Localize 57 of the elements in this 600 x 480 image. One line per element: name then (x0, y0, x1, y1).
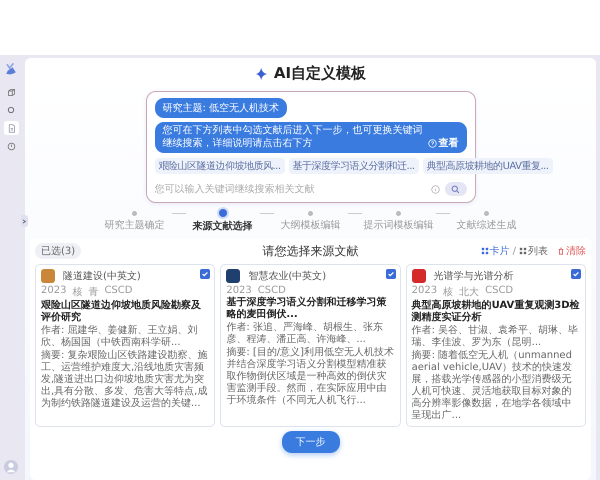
checkbox[interactable] (386, 269, 396, 279)
meta-tag: 2023 (412, 285, 438, 299)
meta-tag: 2023 (226, 285, 252, 296)
paper-title[interactable]: 艰险山区隧道边仰坡地质风险勘察及评价研究 (41, 300, 210, 324)
meta-tag: 北大 (459, 285, 480, 299)
meta-tag: 核 (443, 285, 454, 299)
checkbox[interactable] (200, 269, 210, 279)
journal-name: 光谱学与光谱分析 (434, 270, 514, 283)
help-link[interactable]: 查看 (438, 138, 458, 150)
paper-card[interactable]: 隧道建设(中英文) 2023 核 青 CSCD 艰险山区隧道边仰坡地质风险勘察及评价研究 作者: 屈建华、姜健新、王立娟、刘欣、杨国国（中铁西南科学研... 摘要: 复杂艰险山区铁路建设勘察、施工、运营维护难度大,沿线地质灾害频发,隧道进出口边仰坡地质灾害尤为突出,具有分散、多发、危害大等特点,成为制约铁路隧道建设及运营的关键... (35, 264, 216, 427)
abstract-text: 摘要: [目的/意义]利用低空无人机技术并结合深度学习语义分割模型精准获取作物倒伏区域是一种高效的倒伏灾害监测手段。然而，在实际应用中由于环境条件（不同无人机飞行... (226, 347, 395, 407)
chevron-right-icon (22, 218, 27, 224)
separator-slash: / (512, 246, 516, 256)
step-label[interactable]: 大纲模板编辑 (280, 218, 340, 232)
paper-title[interactable]: 基于深度学习语义分割和迁移学习策略的麦田倒伏... (226, 297, 395, 321)
suggestion-chip[interactable]: 基于深度学习语义分割和迁... (288, 158, 419, 174)
abstract-text: 摘要: 随着低空无人机（unmanned aerial vehicle,UAV）技术的快速发展，搭载光学传感器的小型消费级无人机可快速、灵活地获取目标对象的高分辨率影像数据，在地学各领域中呈现出广... (412, 350, 574, 422)
collapse-toggle[interactable] (21, 215, 28, 227)
step-label[interactable]: 提示词模板编辑 (364, 218, 434, 232)
authors-text: 作者: 屈建华、姜健新、王立娟、刘欣、杨国国（中铁西南科学研... (41, 325, 199, 349)
meta-tag: CSCD (485, 285, 514, 299)
view-toggle[interactable]: 列表 (519, 244, 548, 258)
step-label[interactable]: 文献综述生成 (456, 218, 516, 232)
suggestion-chip[interactable]: 典型高原坡耕地的UAV重复... (422, 158, 552, 174)
help-icon (428, 139, 436, 148)
meta-tag: CSCD (104, 285, 132, 299)
meta-tag: 2023 (41, 285, 66, 299)
step-label[interactable]: 来源文献选择 (192, 219, 252, 233)
trash-icon (557, 247, 565, 255)
grid-icon (480, 247, 489, 255)
checkbox[interactable] (570, 269, 581, 279)
page-title: AI自定义模板 (274, 64, 366, 83)
search-button[interactable] (444, 182, 466, 196)
clear-button[interactable]: 清除 (557, 244, 586, 258)
selected-count: 已选(3) (35, 243, 82, 259)
next-button[interactable]: 下一步 (282, 431, 340, 453)
meta-tag: CSCD (258, 285, 286, 296)
journal-name: 智慧农业(中英文) (248, 270, 326, 283)
chat-bubble: 研究主题: 低空无人机技术 (154, 98, 288, 118)
chat-message: 您可在下方列表中勾选文献后进入下一步，也可更换关键词继续搜索，详细说明请点击右下方 (162, 125, 424, 150)
meta-tag: 青 (88, 285, 98, 299)
paper-card[interactable]: 光谱学与光谱分析 2023 核 北大 CSCD 典型高原坡耕地的UAV重复观测3D检测精度实证分析 作者: 吴谷、甘淑、袁希平、胡琳、毕瑞、李佳波、罗为东（昆明... 摘要: 随着低空无人机（unmanned aerial vehicle,UAV）技术的快速发展，搭载光学传感器的小型消费级无人机可快速、灵活地获取目标对象的高分辨率影像数据，在地学各领域中呈现出广... (406, 264, 586, 427)
paper-card[interactable]: 智慧农业(中英文) 2023 CSCD 基于深度学习语义分割和迁移学习策略的麦田倒伏... 作者: 张追、严海峰、胡根生、张东彦、程涛、潘正高、许海峰、... 摘要: [目的/意义]利用低空无人机技术并结合深度学习语义分割模型精准获取作物倒伏区域是一种高效的倒伏灾害监测手段。然而，在实际应用中由于环境条件（不同无人机飞行... (220, 264, 401, 427)
section-title: 请您选择来源文献 (262, 242, 358, 260)
authors-text: 作者: 张追、严海峰、胡根生、张东彦、程涛、潘正高、许海峰、... (226, 322, 384, 346)
view-toggle[interactable]: 卡片 (480, 244, 510, 258)
suggestion-chip[interactable]: 艰险山区隧道边仰坡地质风... (154, 158, 285, 174)
meta-tag: 核 (72, 285, 82, 299)
search-icon (451, 184, 460, 194)
sidebar-document-icon[interactable] (4, 121, 18, 135)
abstract-text: 摘要: 复杂艰险山区铁路建设勘察、施工、运营维护难度大,沿线地质灾害频发,隧道进出口边仰坡地质灾害尤为突出,具有分散、多发、危害大等特点,成为制约铁路隧道建设及运营的关键... (41, 350, 209, 410)
list-icon (519, 247, 527, 255)
sparkle-icon (254, 66, 269, 80)
step-label[interactable]: 研究主题确定 (104, 218, 164, 232)
paper-title[interactable]: 典型高原坡耕地的UAV重复观测3D检测精度实证分析 (412, 300, 580, 324)
journal-name: 隧道建设(中英文) (63, 270, 141, 283)
authors-text: 作者: 吴谷、甘淑、袁希平、胡琳、毕瑞、李佳波、罗为东（昆明... (412, 325, 580, 349)
